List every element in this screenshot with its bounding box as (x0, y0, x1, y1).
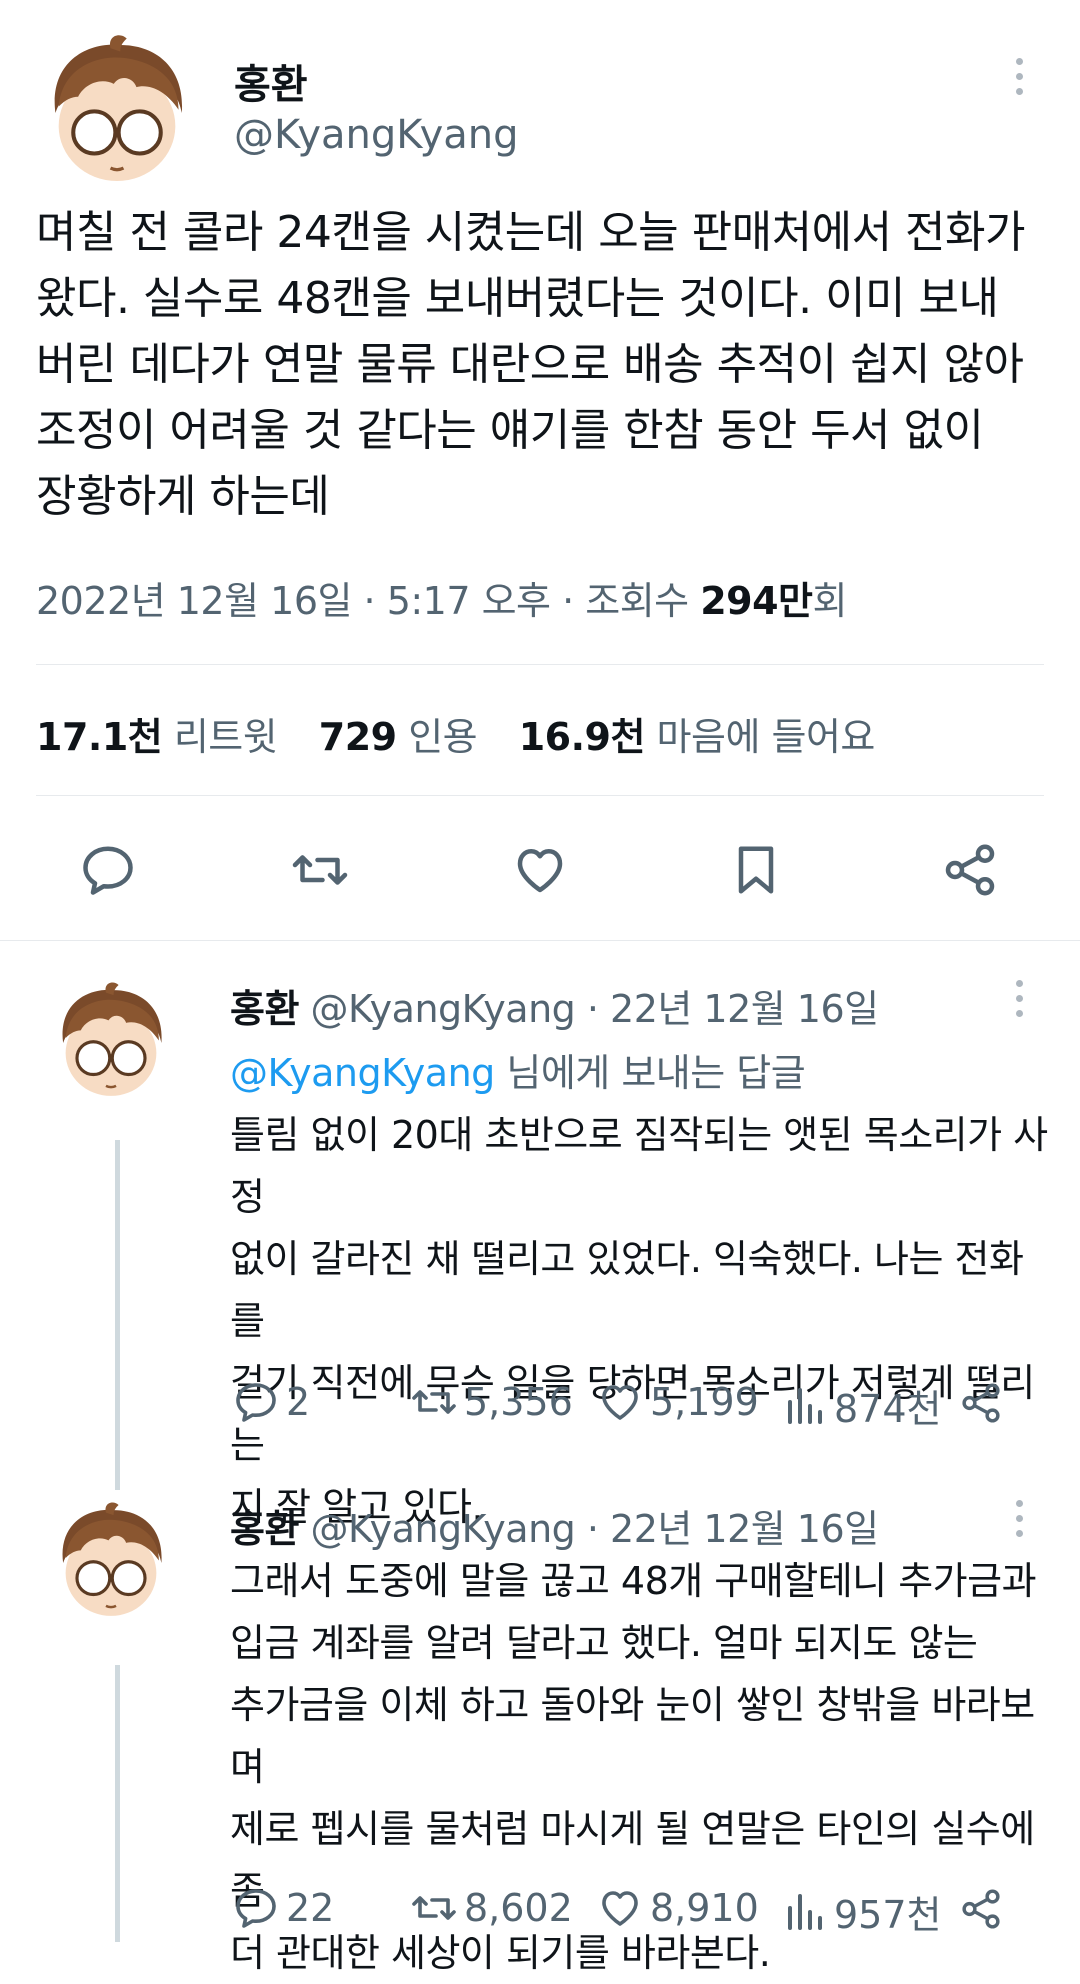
reply-reply-count[interactable]: 22 (232, 1884, 334, 1932)
divider (36, 795, 1044, 796)
tweet-text: 며칠 전 콜라 24캔을 시켰는데 오늘 판매처에서 전화가 왔다. 실수로 4… (36, 207, 1025, 522)
reply-retweet-count[interactable]: 8,602 (410, 1884, 573, 1932)
thread-line (115, 1665, 120, 1942)
retweet-icon (412, 1896, 456, 1920)
share-icon[interactable] (958, 1380, 1004, 1426)
views-icon (788, 1893, 822, 1930)
tweet-stats: 17.1천 리트윗 729 인용 16.9천 마음에 들어요 (36, 706, 905, 761)
tweet-meta: 2022년 12월 16일 · 5:17 오후 · 조회수 294만회 (36, 570, 848, 625)
retweet-label[interactable]: 리트윗 (174, 715, 278, 759)
view-suffix: 회 (812, 579, 848, 623)
like-count: 8,910 (650, 1886, 759, 1930)
more-options-icon[interactable] (1012, 1500, 1026, 1545)
views-icon (788, 1387, 822, 1424)
reply-count: 22 (286, 1886, 335, 1930)
quote-count[interactable]: 729 (319, 715, 397, 759)
like-icon (602, 1385, 638, 1420)
reply-avatar[interactable] (48, 980, 174, 1106)
like-icon (602, 1891, 638, 1926)
bookmark-icon[interactable] (726, 840, 786, 900)
reply-icon (236, 1889, 276, 1928)
reply-count: 2 (286, 1380, 311, 1424)
mention-link[interactable]: @KyangKyang (230, 1051, 495, 1095)
reply-handle-date[interactable]: @KyangKyang · 22년 12월 16일 (311, 1507, 880, 1551)
view-count: 957천 (834, 1893, 942, 1937)
divider (36, 664, 1044, 665)
reply-like-count[interactable]: 5,199 (596, 1378, 759, 1426)
retweet-icon[interactable] (290, 840, 350, 900)
retweet-count: 8,602 (464, 1886, 573, 1930)
reply-retweet-count[interactable]: 5,356 (410, 1378, 573, 1426)
reply-view-count[interactable]: 874천 (780, 1378, 942, 1433)
reply-like-count[interactable]: 8,910 (596, 1884, 759, 1932)
view-count: 874천 (834, 1387, 942, 1431)
more-options-icon[interactable] (1012, 980, 1026, 1025)
tweet-date: 2022년 12월 16일 · 5:17 오후 · 조회수 (36, 579, 701, 623)
reply-icon (236, 1383, 276, 1422)
thread-line (115, 1140, 120, 1490)
like-count[interactable]: 16.9천 (519, 715, 646, 759)
author-avatar[interactable] (36, 32, 198, 194)
view-count: 294만 (700, 579, 813, 623)
reply-text: 틀림 없이 20대 초반으로 짐작되는 앳된 목소리가 사정 없이 갈라진 채 … (230, 1113, 1048, 1529)
author-name[interactable]: 홍환 (234, 52, 308, 110)
reply-handle-date[interactable]: @KyangKyang · 22년 12월 16일 (311, 987, 880, 1031)
more-options-icon[interactable] (1012, 58, 1026, 103)
like-count: 5,199 (650, 1380, 759, 1424)
like-icon[interactable] (510, 840, 570, 900)
retweet-count[interactable]: 17.1천 (36, 715, 163, 759)
replying-to: @KyangKyang 님에게 보내는 답글 (230, 1042, 806, 1097)
share-icon[interactable] (958, 1886, 1004, 1932)
share-icon[interactable] (940, 840, 1000, 900)
reply-header: 홍환 @KyangKyang · 22년 12월 16일 (230, 1498, 879, 1553)
replying-to-label: 님에게 보내는 답글 (494, 1051, 806, 1095)
like-label[interactable]: 마음에 들어요 (657, 715, 876, 759)
retweet-icon (412, 1390, 456, 1414)
reply-icon[interactable] (78, 840, 138, 900)
reply-reply-count[interactable]: 2 (232, 1378, 310, 1426)
author-handle[interactable]: @KyangKyang (234, 112, 519, 158)
quote-label[interactable]: 인용 (408, 715, 477, 759)
reply-author-name[interactable]: 홍환 (230, 987, 299, 1031)
retweet-count: 5,356 (464, 1380, 573, 1424)
divider (0, 940, 1080, 941)
reply-author-name[interactable]: 홍환 (230, 1507, 299, 1551)
reply-header: 홍환 @KyangKyang · 22년 12월 16일 (230, 978, 879, 1033)
reply-avatar[interactable] (48, 1500, 174, 1626)
reply-view-count[interactable]: 957천 (780, 1884, 942, 1939)
